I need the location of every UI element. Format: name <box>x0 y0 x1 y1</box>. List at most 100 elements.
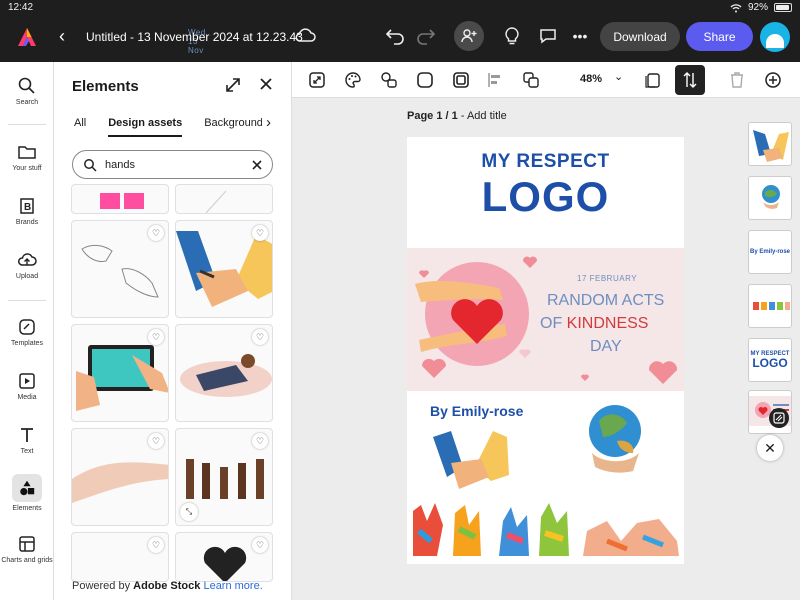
trash-icon[interactable] <box>726 69 748 91</box>
asset-tile[interactable]: ♡ ⤡ <box>175 428 273 526</box>
favorite-heart-icon[interactable]: ♡ <box>252 329 268 345</box>
rail-item-media[interactable]: Media <box>0 371 54 401</box>
asset-tile[interactable] <box>175 184 273 214</box>
rail-item-search[interactable]: Search <box>0 76 54 106</box>
shapes-icon[interactable] <box>378 69 400 91</box>
rail-item-brands[interactable]: B Brands <box>0 196 54 226</box>
align-icon[interactable] <box>484 69 506 91</box>
favorite-heart-icon[interactable]: ♡ <box>148 225 164 241</box>
art-bottom-illustrations[interactable] <box>407 391 684 564</box>
svg-text:B: B <box>24 202 31 213</box>
layer-thumb-title[interactable]: MY RESPECT LOGO <box>748 338 792 382</box>
rounded-square-icon[interactable] <box>414 69 436 91</box>
avatar[interactable] <box>760 22 790 52</box>
redo-icon[interactable] <box>414 24 438 48</box>
search-input[interactable]: hands <box>72 150 273 179</box>
favorite-heart-icon[interactable]: ♡ <box>148 329 164 345</box>
charts-icon <box>19 536 35 552</box>
templates-icon <box>19 319 35 335</box>
favorite-heart-icon[interactable]: ♡ <box>148 537 164 553</box>
layer-thumb-globe[interactable] <box>748 176 792 220</box>
layers-icon <box>683 72 697 88</box>
tab-design-assets[interactable]: Design assets <box>108 117 183 137</box>
favorite-heart-icon[interactable]: ♡ <box>252 433 268 449</box>
favorite-heart-icon[interactable]: ♡ <box>252 537 268 553</box>
adobe-express-logo-icon[interactable] <box>16 26 38 48</box>
close-icon[interactable] <box>258 76 274 92</box>
layer-thumb-colorful-hands[interactable] <box>748 284 792 328</box>
page-label: Page 1 / 1 - Add title <box>407 110 507 122</box>
rail-label-templates: Templates <box>11 340 43 347</box>
elements-icon <box>20 480 35 496</box>
tab-all[interactable]: All <box>74 117 86 137</box>
arrange-layers-icon[interactable] <box>520 69 542 91</box>
search-icon <box>18 77 35 94</box>
layer-thumb-byline[interactable]: By Emily-rose <box>748 230 792 274</box>
asset-tile[interactable]: ♡ <box>71 324 169 422</box>
close-thumbnails-button[interactable]: ✕ <box>757 435 783 461</box>
add-title-link[interactable]: Add title <box>467 110 507 122</box>
close-icon: ✕ <box>764 439 776 456</box>
asset-tile[interactable]: ♡ <box>71 220 169 318</box>
kindness-banner[interactable]: 17 FEBRUARY RANDOM ACTS OF KINDNESS DAY <box>407 248 684 391</box>
media-icon <box>19 373 35 389</box>
back-chevron-icon[interactable]: ‹ <box>59 26 65 47</box>
cloud-sync-icon[interactable] <box>294 26 316 44</box>
search-query[interactable]: hands <box>105 159 252 171</box>
asset-tile[interactable]: ♡ <box>71 428 169 526</box>
thumb-byline-text: By Emily-rose <box>749 249 791 255</box>
more-options-icon[interactable]: ••• <box>568 24 592 48</box>
status-time: 12:42 <box>8 2 34 13</box>
asset-tile[interactable]: ♡ <box>175 324 273 422</box>
rail-item-text[interactable]: Text <box>0 425 54 455</box>
zoom-level[interactable]: 48% <box>580 73 602 85</box>
favorite-heart-icon[interactable]: ♡ <box>148 433 164 449</box>
layer-thumb-handshake[interactable] <box>748 122 792 166</box>
download-button[interactable]: Download <box>600 22 680 51</box>
art-line-day[interactable]: DAY <box>590 338 622 356</box>
document-title[interactable]: Untitled - 13 November 2024 at 12.23.43 <box>86 30 303 44</box>
palette-icon[interactable] <box>342 69 364 91</box>
rail-item-charts-and-grids[interactable]: Charts and grids <box>0 534 54 564</box>
undo-icon[interactable] <box>383 24 407 48</box>
rail-item-templates[interactable]: Templates <box>0 317 54 347</box>
art-title-top[interactable]: MY RESPECT <box>407 151 684 173</box>
asset-tile[interactable]: ♡ <box>175 532 273 582</box>
artboard[interactable]: MY RESPECT LOGO 17 FEBRUARY RANDOM ACTS … <box>407 137 684 564</box>
tabs-scroll-right-icon[interactable]: › <box>262 114 271 131</box>
favorite-heart-icon[interactable]: ♡ <box>252 225 268 241</box>
art-title-big[interactable]: LOGO <box>407 173 684 221</box>
rail-item-elements[interactable]: Elements <box>0 474 54 512</box>
resize-badge-icon[interactable]: ⤡ <box>180 503 198 521</box>
art-date[interactable]: 17 FEBRUARY <box>577 274 637 283</box>
tab-backgrounds[interactable]: Backgrounds <box>204 117 268 137</box>
page-count-icon[interactable] <box>642 69 664 91</box>
asset-tile[interactable]: ♡ <box>71 532 169 582</box>
add-circle-icon[interactable] <box>762 69 784 91</box>
rail-label-search: Search <box>15 99 39 106</box>
art-line-random-acts[interactable]: RANDOM ACTS <box>547 292 664 310</box>
invite-collaborator-button[interactable] <box>454 21 484 51</box>
elements-panel: Elements All Design assets Backgrounds ›… <box>54 62 292 600</box>
layers-toggle-button[interactable] <box>675 65 705 95</box>
resize-icon[interactable] <box>306 69 328 91</box>
expand-icon[interactable] <box>224 76 242 94</box>
learn-more-link[interactable]: Learn more. <box>203 580 262 592</box>
zoom-chevron-down-icon[interactable]: ⌄ <box>614 70 623 83</box>
text-icon <box>21 428 33 442</box>
asset-tile[interactable]: ♡ <box>175 220 273 318</box>
border-icon[interactable] <box>450 69 472 91</box>
rail-item-upload[interactable]: Upload <box>0 250 54 280</box>
canvas-toolbar: 48% ⌄ <box>292 62 800 98</box>
lightbulb-icon[interactable] <box>500 24 524 48</box>
battery-icon <box>774 3 792 12</box>
asset-tile[interactable] <box>71 184 169 214</box>
rail-item-your-stuff[interactable]: Your stuff <box>0 142 54 172</box>
clear-search-icon[interactable] <box>252 159 262 170</box>
thumb-layer-options-button[interactable] <box>769 408 789 428</box>
comment-icon[interactable] <box>536 24 560 48</box>
art-line-of-kindness[interactable]: OF KINDNESS <box>540 315 648 333</box>
thumb-image <box>762 185 780 209</box>
share-button[interactable]: Share <box>686 22 753 51</box>
thumb-image <box>753 302 790 310</box>
